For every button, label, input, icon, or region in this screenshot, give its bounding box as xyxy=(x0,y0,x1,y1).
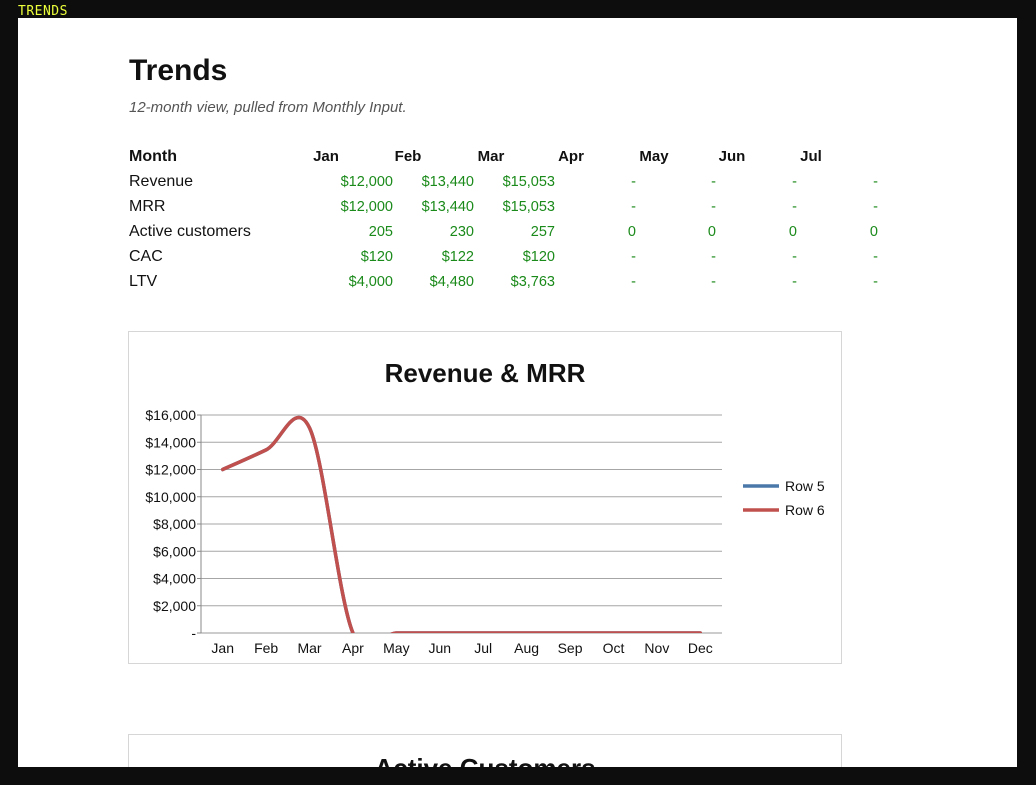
table-header-label: Month xyxy=(129,148,177,165)
table-cell[interactable]: - xyxy=(566,196,636,218)
table-cell[interactable]: - xyxy=(727,246,797,268)
table-cell[interactable]: $4,000 xyxy=(323,271,393,293)
table-cell[interactable]: 0 xyxy=(727,221,797,243)
table-cell[interactable]: $120 xyxy=(323,246,393,268)
chart-x-tick-label: Nov xyxy=(644,640,669,656)
chart-y-tick-label: $10,000 xyxy=(145,489,196,505)
table-row-label: MRR xyxy=(129,198,166,215)
table-cell[interactable]: $13,440 xyxy=(404,171,474,193)
chart-x-tick-label: May xyxy=(383,640,409,656)
table-cell[interactable]: $13,440 xyxy=(404,196,474,218)
chart-y-tick-label: $16,000 xyxy=(145,407,196,423)
table-month-header: Apr xyxy=(558,148,584,165)
revenue-mrr-chart-svg: Revenue & MRR - $2,000 $4,000 $6,000 $8,000 $1… xyxy=(145,358,825,656)
table-row-label: LTV xyxy=(129,273,158,290)
chart-x-tick-label: Mar xyxy=(297,640,321,656)
table-month-header: Feb xyxy=(394,148,422,165)
table-cell[interactable]: - xyxy=(808,171,878,193)
chart-x-tick-label: Sep xyxy=(558,640,583,656)
table-row-label: CAC xyxy=(129,248,163,265)
table-row: LTV $4,000 $4,480 $3,763- - - - xyxy=(18,271,1017,293)
active-customers-chart[interactable]: Active Customers xyxy=(128,734,842,767)
chart-legend-label: Row 5 xyxy=(785,478,825,494)
revenue-mrr-chart[interactable]: Revenue & MRR - $2,000 $4,000 $6,000 $8,000 $1… xyxy=(128,331,842,664)
table-cell[interactable]: 0 xyxy=(646,221,716,243)
table-cell[interactable]: $4,480 xyxy=(404,271,474,293)
table-cell[interactable]: $15,053 xyxy=(485,171,555,193)
chart-x-tick-label: Apr xyxy=(342,640,364,656)
active-customers-chart-title: Active Customers xyxy=(129,753,841,767)
chart-x-tick-label: Oct xyxy=(603,640,625,656)
chart-x-tick-label: Aug xyxy=(514,640,539,656)
table-cell[interactable]: 205 xyxy=(323,221,393,243)
chart-y-tick-label: - xyxy=(191,625,196,641)
table-cell[interactable]: - xyxy=(727,171,797,193)
chart-series-line xyxy=(220,416,703,633)
table-cell[interactable]: $12,000 xyxy=(323,196,393,218)
table-row: MRR $12,000 $13,440 $15,053- - - - xyxy=(18,196,1017,218)
table-cell[interactable]: - xyxy=(808,196,878,218)
table-month-header: Jun xyxy=(718,148,746,165)
table-cell[interactable]: - xyxy=(808,246,878,268)
table-cell[interactable]: 257 xyxy=(485,221,555,243)
table-cell[interactable]: - xyxy=(646,171,716,193)
table-cell[interactable]: - xyxy=(646,271,716,293)
chart-y-tick-label: $8,000 xyxy=(153,516,196,532)
table-row: CAC $120 $122 $120- - - - xyxy=(18,246,1017,268)
table-month-header: Jul xyxy=(800,148,822,165)
table-row: Active customers 205 230 257 0 0 0 0 xyxy=(18,221,1017,243)
chart-y-tick-label: $6,000 xyxy=(153,543,196,559)
chart-x-tick-label: Feb xyxy=(254,640,278,656)
table-cell[interactable]: - xyxy=(808,271,878,293)
table-cell[interactable]: $15,053 xyxy=(485,196,555,218)
table-cell[interactable]: - xyxy=(566,171,636,193)
chart-x-tick-label: Jan xyxy=(211,640,234,656)
table-month-header: Mar xyxy=(477,148,505,165)
chart-x-tick-label: Jun xyxy=(429,640,452,656)
table-row-label: Active customers xyxy=(129,223,251,240)
table-cell[interactable]: - xyxy=(646,246,716,268)
table-month-header: May xyxy=(639,148,669,165)
spreadsheet-page: Trends 12-month view, pulled from Monthl… xyxy=(18,18,1017,767)
table-header-row: Month Jan Feb Mar Apr May Jun Jul xyxy=(18,146,1017,168)
table-row: Revenue $12,000 $13,440 $15,053- - - - xyxy=(18,171,1017,193)
chart-legend-label: Row 6 xyxy=(785,502,825,518)
chart-x-tick-label: Jul xyxy=(474,640,492,656)
table-cell[interactable]: $120 xyxy=(485,246,555,268)
chart-series-line xyxy=(220,416,703,633)
table-cell[interactable]: - xyxy=(566,246,636,268)
table-cell[interactable]: - xyxy=(566,271,636,293)
chart-y-tick-label: $12,000 xyxy=(145,462,196,478)
table-month-header: Jan xyxy=(313,148,339,165)
table-cell[interactable]: - xyxy=(727,196,797,218)
table-cell[interactable]: - xyxy=(646,196,716,218)
chart-y-tick-label: $2,000 xyxy=(153,598,196,614)
chart-y-tick-label: $4,000 xyxy=(153,571,196,587)
table-cell[interactable]: - xyxy=(727,271,797,293)
table-cell[interactable]: 0 xyxy=(566,221,636,243)
table-cell[interactable]: $3,763 xyxy=(485,271,555,293)
table-cell[interactable]: 0 xyxy=(808,221,878,243)
table-row-label: Revenue xyxy=(129,173,194,190)
chart-x-tick-label: Dec xyxy=(688,640,713,656)
table-cell[interactable]: $12,000 xyxy=(323,171,393,193)
table-cell[interactable]: $122 xyxy=(404,246,474,268)
chart-title: Revenue & MRR xyxy=(385,358,586,388)
table-cell[interactable]: 230 xyxy=(404,221,474,243)
page-title: Trends xyxy=(129,54,228,87)
page-subtitle: 12-month view, pulled from Monthly Input… xyxy=(129,99,407,116)
chart-y-tick-label: $14,000 xyxy=(145,434,196,450)
